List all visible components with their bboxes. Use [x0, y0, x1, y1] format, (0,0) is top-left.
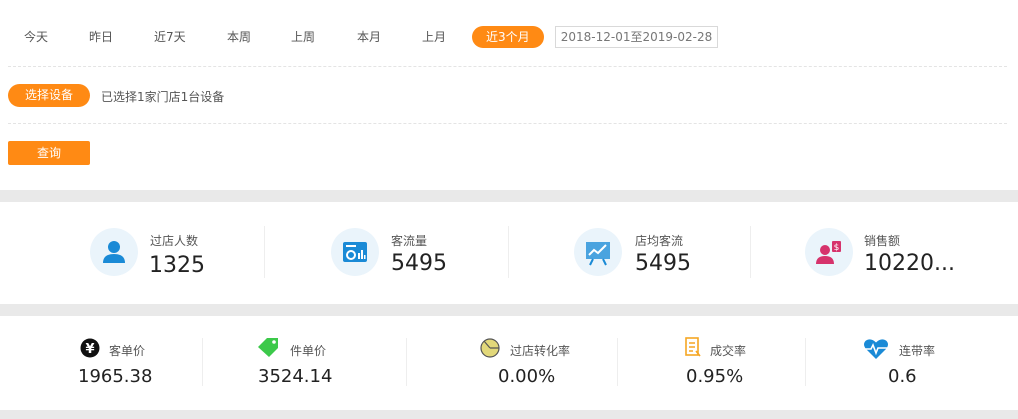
stat-label: 过店人数	[150, 234, 199, 248]
device-selection-info: 已选择1家门店1台设备	[101, 90, 225, 104]
kpi-value: 0.95%	[686, 366, 744, 387]
svg-text:¥: ¥	[85, 342, 94, 357]
divider	[202, 338, 203, 386]
divider	[264, 226, 265, 278]
kpi-value: 3524.14	[258, 366, 333, 387]
tab-last-week[interactable]: 上周	[291, 26, 315, 48]
divider	[750, 226, 751, 278]
presentation-chart-icon	[574, 228, 622, 276]
stat-value: 10220...	[864, 251, 955, 276]
stat-label: 销售额	[864, 234, 901, 248]
stat-value: 1325	[149, 253, 205, 278]
kpi-value: 1965.38	[78, 366, 153, 387]
stat-label: 店均客流	[635, 234, 684, 248]
stat-label: 客流量	[391, 234, 428, 248]
price-tag-icon	[258, 338, 278, 357]
svg-text:$: $	[834, 243, 840, 253]
tab-this-month[interactable]: 本月	[357, 26, 381, 48]
kpi-label: 成交率	[710, 344, 747, 358]
divider	[8, 66, 1007, 67]
divider	[805, 338, 806, 386]
divider	[617, 338, 618, 386]
kpi-label: 连带率	[899, 344, 936, 358]
tab-last-month[interactable]: 上月	[422, 26, 446, 48]
stat-value: 5495	[391, 251, 447, 276]
kpi-label: 件单价	[290, 344, 327, 358]
divider	[508, 226, 509, 278]
yen-icon: ¥	[80, 338, 100, 358]
date-range-input[interactable]: 2018-12-01至2019-02-28	[555, 26, 718, 48]
stat-value: 5495	[635, 251, 691, 276]
query-button[interactable]: 查询	[8, 141, 90, 165]
document-icon	[685, 337, 701, 357]
kpi-label: 客单价	[109, 344, 146, 358]
person-icon	[90, 228, 138, 276]
section-gap	[0, 190, 1018, 202]
tab-today[interactable]: 今天	[24, 26, 48, 48]
tab-last-7-days[interactable]: 近7天	[154, 26, 186, 48]
date-filter-tabs: 今天 昨日 近7天 本周 上周 本月 上月 近3个月 2018-12-01至20…	[0, 26, 1018, 50]
pie-chart-icon	[480, 338, 500, 358]
sales-person-icon: $	[805, 228, 853, 276]
heartbeat-icon	[864, 339, 888, 359]
tab-last-3-months[interactable]: 近3个月	[472, 26, 544, 48]
section-gap	[0, 410, 1018, 419]
kpi-label: 过店转化率	[510, 344, 571, 358]
divider	[8, 123, 1007, 124]
kpi-value: 0.00%	[498, 366, 556, 387]
section-gap	[0, 304, 1018, 316]
tab-this-week[interactable]: 本周	[227, 26, 251, 48]
tab-yesterday[interactable]: 昨日	[89, 26, 113, 48]
divider	[406, 338, 407, 386]
select-device-button[interactable]: 选择设备	[8, 84, 90, 107]
traffic-chart-icon	[331, 228, 379, 276]
stats-row: 过店人数 1325 客流量 5495 店均客流 5495 $ 销售额 10220…	[0, 202, 1018, 302]
kpi-value: 0.6	[888, 366, 917, 387]
kpi-row: ¥ 客单价 1965.38 件单价 3524.14 过店转化率 0.00% 成交…	[0, 316, 1018, 408]
